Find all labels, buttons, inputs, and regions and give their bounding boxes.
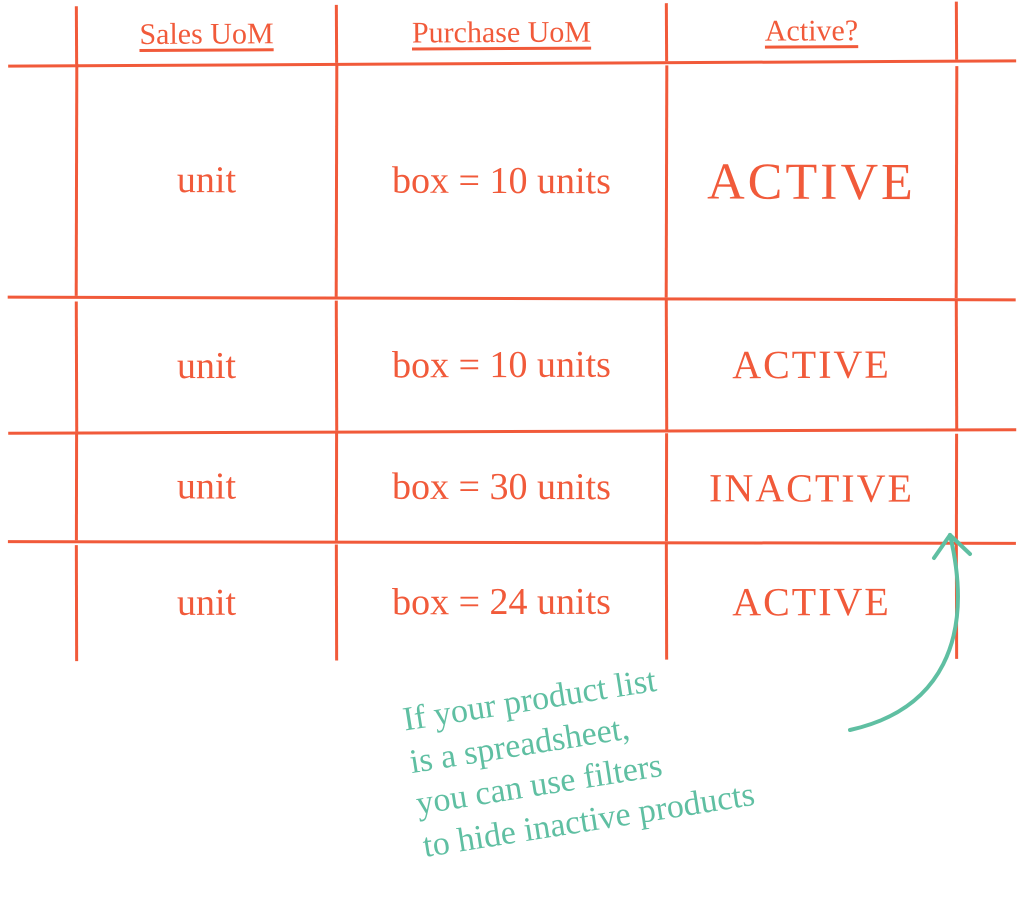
col-header-active: Active? [668,2,958,62]
table-row: unit box = 30 units INACTIVE [8,432,1016,545]
table-row: unit box = 10 units ACTIVE [8,298,1016,435]
cell-purchase-value: box = 10 units [392,159,611,204]
cell-purchase-value: box = 30 units [392,465,611,509]
cell-sales: unit [78,301,338,432]
gutter-left [8,545,78,661]
cell-sales-value: unit [177,344,236,388]
cell-sales-value: unit [177,581,236,625]
status-badge: ACTIVE [732,578,891,625]
cell-purchase: box = 24 units [338,544,668,661]
col-header-sales-label: Sales UoM [139,17,273,52]
status-badge: ACTIVE [732,340,891,388]
table-row: unit box = 10 units ACTIVE [8,64,1017,302]
gutter-right [958,1,1016,59]
cell-purchase: box = 10 units [338,299,668,430]
cell-sales-value: unit [177,158,236,202]
status-badge: INACTIVE [709,464,914,511]
gutter-left [8,64,79,296]
gutter-right [958,66,1017,298]
cell-sales: unit [78,64,339,297]
gutter-right [958,298,1016,428]
gutter-left [8,302,78,432]
cell-sales: unit [78,544,338,661]
gutter-left [8,6,78,64]
col-header-purchase-label: Purchase UoM [412,16,591,51]
col-header-active-label: Active? [765,14,858,48]
cell-purchase-value: box = 24 units [392,580,611,625]
gutter-left [8,432,78,540]
cell-status: ACTIVE [668,65,959,298]
col-header-purchase: Purchase UoM [338,3,668,63]
sketch-diagram: Sales UoM Purchase UoM Active? unit box … [0,0,1024,909]
cell-sales-value: unit [177,464,236,508]
cell-purchase-value: box = 10 units [392,343,611,388]
cell-purchase: box = 30 units [338,433,668,542]
cell-status: INACTIVE [668,433,958,542]
col-header-sales: Sales UoM [78,5,338,64]
cell-sales: unit [78,432,338,540]
table-header-row: Sales UoM Purchase UoM Active? [8,1,1016,67]
gutter-right [958,434,1016,542]
uom-table: Sales UoM Purchase UoM Active? unit box … [8,4,1016,660]
cell-purchase: box = 10 units [338,65,669,298]
status-badge: ACTIVE [707,152,916,212]
cell-status: ACTIVE [668,298,958,429]
